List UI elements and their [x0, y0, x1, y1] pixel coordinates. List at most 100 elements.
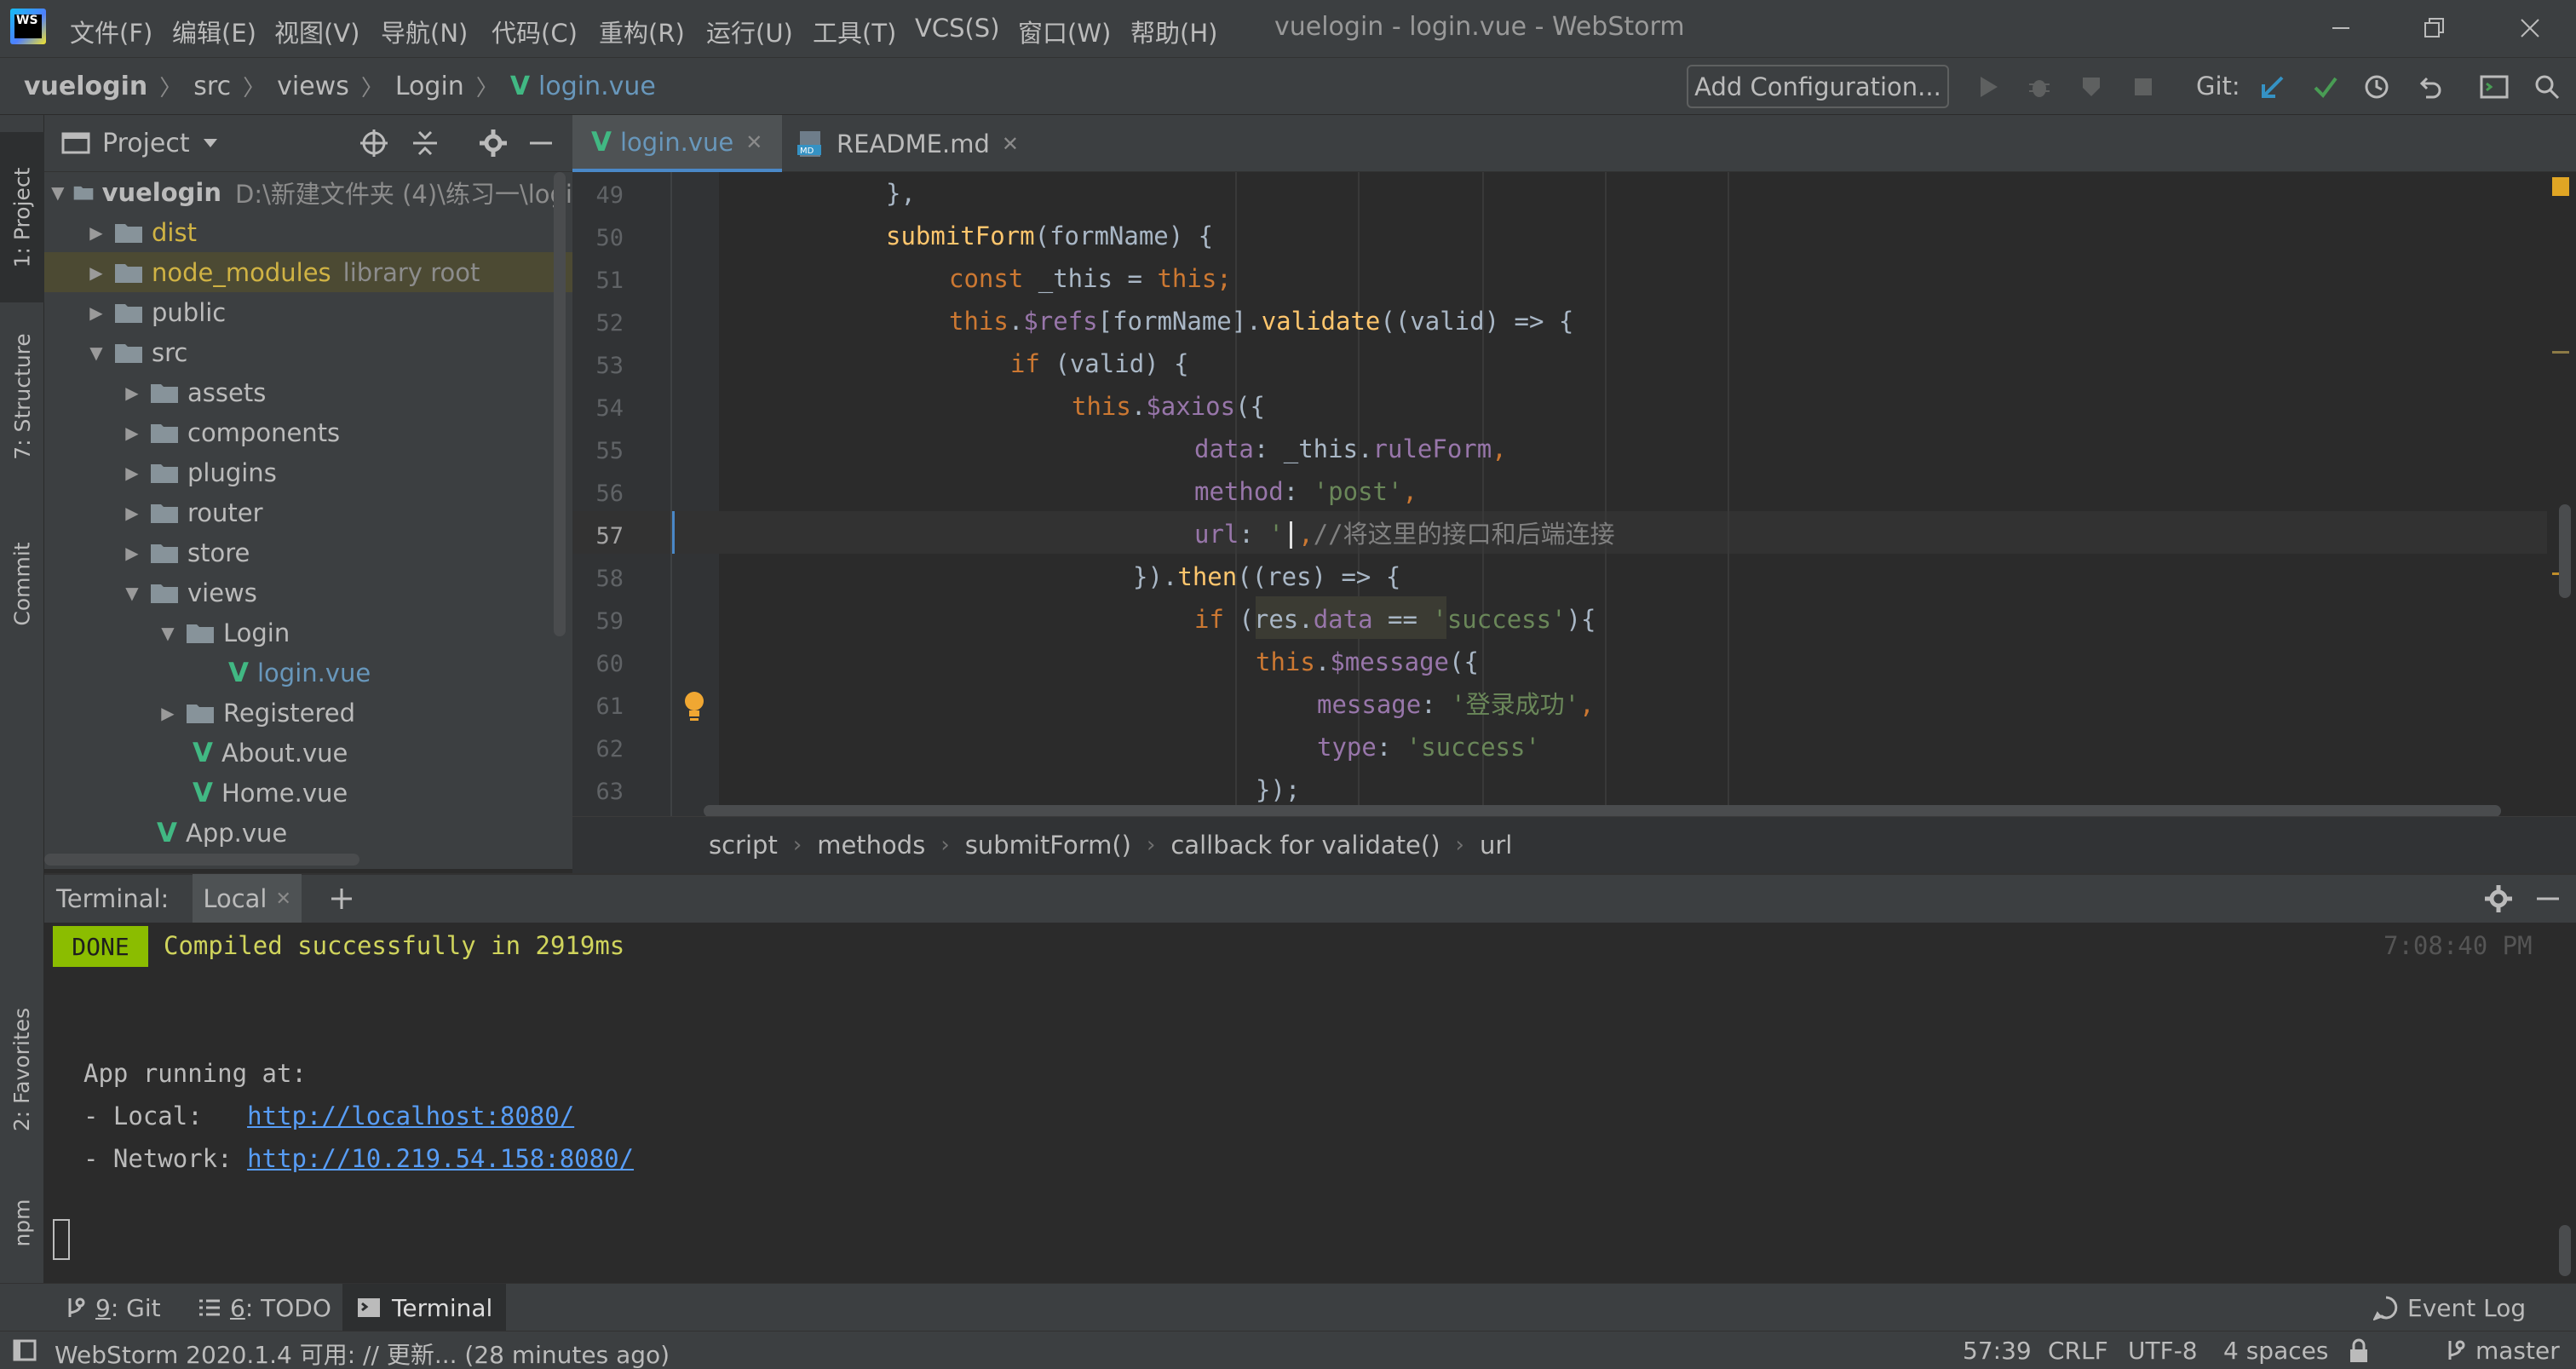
menu-window[interactable]: 窗口(W)	[1018, 14, 1111, 49]
run-button[interactable]	[1971, 70, 2005, 104]
tree-item-router[interactable]: ▶ router	[44, 492, 572, 532]
add-terminal-icon[interactable]	[329, 886, 354, 912]
caret-position[interactable]: 57:39	[1963, 1337, 2032, 1365]
project-panel-title[interactable]: Project	[102, 129, 190, 158]
inspection-status-icon[interactable]	[2552, 177, 2569, 196]
code-breadcrumb-item[interactable]: url	[1480, 831, 1512, 860]
tree-item-dist[interactable]: ▶ dist	[44, 212, 572, 252]
tree-item-login-vue[interactable]: V login.vue	[44, 653, 572, 693]
tree-item-registered[interactable]: ▶ Registered	[44, 693, 572, 733]
local-url-link[interactable]: http://localhost:8080/	[247, 1102, 574, 1130]
stop-button[interactable]	[2126, 70, 2160, 104]
status-message[interactable]: WebStorm 2020.1.4 可用: // 更新... (28 minut…	[55, 1337, 670, 1369]
code-breadcrumb-item[interactable]: script	[709, 831, 778, 860]
hide-panel-icon[interactable]	[528, 130, 554, 156]
code-editor[interactable]: }, submitForm(formName) { const _this = …	[719, 172, 2547, 816]
intention-bulb-icon[interactable]	[676, 687, 712, 723]
close-tab-icon[interactable]: ✕	[745, 130, 762, 154]
event-log-button[interactable]: Event Log	[2373, 1284, 2526, 1332]
tree-item-src[interactable]: ▼ src	[44, 332, 572, 372]
indent-setting[interactable]: 4 spaces	[2223, 1337, 2328, 1365]
menu-edit[interactable]: 编辑(E)	[172, 14, 256, 49]
tab-readme[interactable]: MD README.md ✕	[782, 115, 1029, 172]
tool-tab-git[interactable]: 9: Git	[51, 1284, 173, 1332]
tree-item-assets[interactable]: ▶ assets	[44, 372, 572, 412]
tree-item-store[interactable]: ▶ store	[44, 532, 572, 572]
tool-tab-npm[interactable]: npm	[0, 1167, 44, 1278]
code-breadcrumb-item[interactable]: submitForm()	[965, 831, 1131, 860]
close-tab-icon[interactable]: ✕	[1002, 132, 1019, 156]
tab-login-vue[interactable]: V login.vue ✕	[572, 115, 782, 172]
lock-icon[interactable]	[2348, 1338, 2370, 1364]
terminal-output[interactable]: DONE Compiled successfully in 2919ms 7:0…	[44, 923, 2576, 1283]
collapse-all-icon[interactable]	[411, 129, 440, 158]
tool-tab-todo[interactable]: 6: TODO	[186, 1284, 343, 1332]
breadcrumb-src[interactable]: src	[193, 72, 231, 101]
tool-tab-project[interactable]: 1: Project	[0, 132, 44, 302]
hide-panel-icon[interactable]	[2535, 886, 2561, 912]
debug-button[interactable]	[2022, 70, 2056, 104]
menu-help[interactable]: 帮助(H)	[1130, 14, 1217, 49]
tree-item-views[interactable]: ▼ views	[44, 572, 572, 613]
tree-item-home-vue[interactable]: V Home.vue	[44, 773, 572, 813]
terminal-scrollbar[interactable]	[2559, 1225, 2571, 1276]
editor-marker-stripe[interactable]	[2547, 172, 2576, 816]
tree-item-app-vue[interactable]: V App.vue	[44, 813, 572, 853]
tree-root[interactable]: ▼ vuelogin D:\新建文件夹 (4)\练习一\logi	[44, 172, 572, 212]
menu-view[interactable]: 视图(V)	[274, 14, 359, 49]
code-breadcrumb-item[interactable]: methods	[817, 831, 925, 860]
terminal-tab-local[interactable]: Local ✕	[193, 874, 302, 923]
tree-item-public[interactable]: ▶ public	[44, 292, 572, 332]
menu-run[interactable]: 运行(U)	[706, 14, 793, 49]
indent-guide	[1605, 172, 1607, 816]
editor-horizontal-scrollbar[interactable]	[704, 805, 2501, 817]
minimize-button[interactable]	[2315, 9, 2366, 48]
tree-item-plugins[interactable]: ▶ plugins	[44, 452, 572, 492]
menu-vcs[interactable]: VCS(S)	[915, 14, 1000, 43]
breadcrumb-views[interactable]: views	[277, 72, 349, 101]
tool-tab-favorites[interactable]: 2: Favorites	[0, 967, 44, 1171]
toggle-tool-windows-icon[interactable]	[12, 1338, 37, 1362]
git-update-button[interactable]	[2256, 70, 2290, 104]
breadcrumb-file[interactable]: login.vue	[538, 72, 656, 101]
close-window-button[interactable]	[2504, 9, 2556, 48]
restore-button[interactable]	[2409, 9, 2460, 48]
tree-vertical-scrollbar[interactable]	[554, 172, 566, 636]
locate-icon[interactable]	[359, 129, 388, 158]
breadcrumb-login[interactable]: Login	[395, 72, 464, 101]
git-history-button[interactable]	[2360, 70, 2394, 104]
gear-icon[interactable]	[479, 129, 508, 158]
network-url-link[interactable]: http://10.219.54.158:8080/	[247, 1144, 634, 1173]
tree-item-components[interactable]: ▶ components	[44, 412, 572, 452]
tree-item-login-folder[interactable]: ▼ Login	[44, 613, 572, 653]
gear-icon[interactable]	[2484, 884, 2513, 913]
git-branch-icon	[2448, 1340, 2465, 1360]
menu-navigate[interactable]: 导航(N)	[381, 14, 468, 49]
tool-tab-structure[interactable]: 7: Structure	[0, 311, 44, 481]
tree-item-about-vue[interactable]: V About.vue	[44, 733, 572, 773]
close-tab-icon[interactable]: ✕	[276, 889, 291, 910]
git-branch[interactable]: master	[2475, 1337, 2560, 1365]
tree-horizontal-scrollbar[interactable]	[44, 854, 359, 866]
app-running-text: App running at:	[83, 1059, 307, 1088]
file-encoding[interactable]: UTF-8	[2128, 1337, 2198, 1365]
search-everywhere-button[interactable]	[2530, 70, 2564, 104]
editor-vertical-scrollbar[interactable]	[2559, 504, 2571, 598]
tool-tab-commit[interactable]: Commit	[0, 498, 44, 669]
chevron-down-icon[interactable]	[202, 137, 219, 149]
menu-code[interactable]: 代码(C)	[492, 14, 578, 49]
git-rollback-button[interactable]	[2412, 70, 2447, 104]
line-separator[interactable]: CRLF	[2048, 1337, 2108, 1365]
tool-tab-terminal[interactable]: Terminal	[342, 1284, 507, 1332]
line-number: 63	[595, 779, 624, 805]
menu-tools[interactable]: 工具(T)	[813, 14, 896, 49]
breadcrumb-project[interactable]: vuelogin	[24, 72, 147, 101]
code-breadcrumb-item[interactable]: callback for validate()	[1170, 831, 1440, 860]
tree-item-node-modules[interactable]: ▶ node_modules library root	[44, 252, 572, 292]
terminal-toolbar-button[interactable]	[2477, 70, 2511, 104]
coverage-button[interactable]	[2075, 70, 2109, 104]
menu-file[interactable]: 文件(F)	[70, 14, 152, 49]
menu-refactor[interactable]: 重构(R)	[599, 14, 685, 49]
add-configuration-button[interactable]: Add Configuration...	[1687, 65, 1949, 108]
git-commit-button[interactable]	[2309, 70, 2343, 104]
